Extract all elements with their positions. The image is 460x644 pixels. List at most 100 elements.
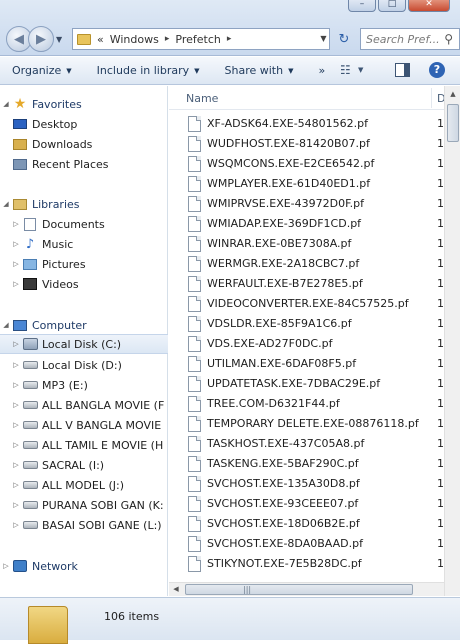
scroll-up-arrow-icon[interactable]: ▲	[445, 86, 460, 102]
nav-drive-label: PURANA SOBI GAN (K:	[42, 498, 164, 512]
recent-pages-dropdown[interactable]: ▼	[56, 35, 62, 52]
column-header-name[interactable]: Name	[186, 92, 218, 105]
collapse-arrow-icon[interactable]: ◢	[0, 100, 12, 108]
expand-arrow-icon[interactable]: ▷	[10, 441, 22, 449]
breadcrumb-separator[interactable]: ▸	[227, 34, 232, 44]
share-with-button[interactable]: Share with ▼	[225, 64, 294, 77]
breadcrumb-separator[interactable]: ▸	[165, 34, 170, 44]
nav-network[interactable]: ▷ Network	[0, 556, 168, 576]
expand-arrow-icon[interactable]: ▷	[10, 421, 22, 429]
expand-arrow-icon[interactable]: ▷	[10, 521, 22, 529]
file-row[interactable]: TEMPORARY DELETE.EXE-08876118.pf 1:	[169, 414, 460, 434]
scroll-left-arrow-icon[interactable]: ◀	[169, 583, 183, 596]
nav-libraries[interactable]: ◢ Libraries	[0, 194, 168, 214]
nav-drive-f[interactable]: ▷ ALL BANGLA MOVIE (F	[0, 395, 168, 415]
minimize-button[interactable]: –	[348, 0, 376, 12]
file-row[interactable]: SVCHOST.EXE-8DA0BAAD.pf 1:	[169, 534, 460, 554]
expand-arrow-icon[interactable]: ▷	[10, 501, 22, 509]
expand-arrow-icon[interactable]: ▷	[10, 361, 22, 369]
file-name: SVCHOST.EXE-18D06B2E.pf	[207, 517, 360, 530]
window-caption-buttons: – □ ✕	[348, 0, 450, 12]
file-row[interactable]: WINRAR.EXE-0BE7308A.pf 1:	[169, 234, 460, 254]
nav-item-pictures[interactable]: ▷ Pictures	[0, 254, 168, 274]
nav-item-desktop[interactable]: Desktop	[0, 114, 168, 134]
nav-drive-h[interactable]: ▷ ALL TAMIL E MOVIE (H	[0, 435, 168, 455]
file-list-pane[interactable]: Name D XF-ADSK64.EXE-54801562.pf 1: WUDFHO…	[169, 86, 460, 596]
file-row[interactable]: VDS.EXE-AD27F0DC.pf 1:	[169, 334, 460, 354]
file-row[interactable]: TREE.COM-D6321F44.pf 1:	[169, 394, 460, 414]
help-icon[interactable]: ?	[429, 62, 445, 78]
nav-item-recent-places[interactable]: Recent Places	[0, 154, 168, 174]
nav-favorites[interactable]: ◢ ★ Favorites	[0, 94, 168, 114]
file-row[interactable]: WERMGR.EXE-2A18CBC7.pf 1:	[169, 254, 460, 274]
address-dropdown[interactable]: ▼	[316, 28, 331, 50]
nav-drive-g[interactable]: ▷ ALL V BANGLA MOVIE	[0, 415, 168, 435]
nav-item-videos[interactable]: ▷ Videos	[0, 274, 168, 294]
file-name: TASKHOST.EXE-437C05A8.pf	[207, 437, 365, 450]
file-row[interactable]: SVCHOST.EXE-18D06B2E.pf 1:	[169, 514, 460, 534]
nav-drive-label: BASAI SOBI GANE (L:)	[42, 518, 162, 532]
file-row[interactable]: WMPLAYER.EXE-61D40ED1.pf 1:	[169, 174, 460, 194]
nav-drive-e[interactable]: ▷ MP3 (E:)	[0, 375, 168, 395]
breadcrumb-prefetch[interactable]: Prefetch	[175, 33, 220, 46]
expand-arrow-icon[interactable]: ▷	[10, 340, 22, 348]
address-overflow[interactable]: «	[97, 33, 104, 46]
nav-drive-d[interactable]: ▷ Local Disk (D:)	[0, 355, 168, 375]
more-commands-button[interactable]: »	[318, 64, 325, 77]
search-input[interactable]: Search Pref... ⚲	[360, 28, 460, 50]
file-row[interactable]: TASKENG.EXE-5BAF290C.pf 1:	[169, 454, 460, 474]
file-row[interactable]: TASKHOST.EXE-437C05A8.pf 1:	[169, 434, 460, 454]
file-row[interactable]: WSQMCONS.EXE-E2CE6542.pf 1:	[169, 154, 460, 174]
nav-drive-c[interactable]: ▷ Local Disk (C:)	[0, 334, 168, 354]
nav-computer[interactable]: ◢ Computer	[0, 315, 168, 335]
refresh-button[interactable]: ↻	[333, 28, 355, 50]
file-row[interactable]: WERFAULT.EXE-B7E278E5.pf 1:	[169, 274, 460, 294]
file-icon	[188, 436, 201, 452]
file-row[interactable]: SVCHOST.EXE-135A30D8.pf 1:	[169, 474, 460, 494]
expand-arrow-icon[interactable]: ▷	[10, 260, 22, 268]
collapse-arrow-icon[interactable]: ◢	[0, 321, 12, 329]
nav-item-music[interactable]: ▷ ♪ Music	[0, 234, 168, 254]
file-row[interactable]: UTILMAN.EXE-6DAF08F5.pf 1:	[169, 354, 460, 374]
expand-arrow-icon[interactable]: ▷	[10, 381, 22, 389]
collapse-arrow-icon[interactable]: ◢	[0, 200, 12, 208]
expand-arrow-icon[interactable]: ▷	[10, 461, 22, 469]
file-row[interactable]: VDSLDR.EXE-85F9A1C6.pf 1:	[169, 314, 460, 334]
nav-drive-k[interactable]: ▷ PURANA SOBI GAN (K:	[0, 495, 168, 515]
file-name: VDS.EXE-AD27F0DC.pf	[207, 337, 333, 350]
column-divider[interactable]	[431, 88, 432, 108]
expand-arrow-icon[interactable]: ▷	[10, 401, 22, 409]
horizontal-scrollbar[interactable]: ◀ |||	[169, 582, 444, 596]
view-options-dropdown[interactable]: ▼	[358, 66, 363, 74]
nav-item-documents[interactable]: ▷ Documents	[0, 214, 168, 234]
horizontal-scroll-thumb[interactable]	[185, 584, 413, 595]
file-row[interactable]: XF-ADSK64.EXE-54801562.pf 1:	[169, 114, 460, 134]
file-row[interactable]: WMIPRVSE.EXE-43972D0F.pf 1:	[169, 194, 460, 214]
nav-drive-i[interactable]: ▷ SACRAL (I:)	[0, 455, 168, 475]
organize-button[interactable]: Organize ▼	[12, 64, 72, 77]
breadcrumb-windows[interactable]: Windows	[110, 33, 159, 46]
change-view-icon[interactable]: ☷	[340, 63, 351, 77]
address-bar[interactable]: « Windows ▸ Prefetch ▸	[72, 28, 330, 50]
include-in-library-button[interactable]: Include in library ▼	[97, 64, 200, 77]
file-row[interactable]: SVCHOST.EXE-93CEEE07.pf 1:	[169, 494, 460, 514]
preview-pane-icon[interactable]	[395, 63, 410, 77]
nav-drive-l[interactable]: ▷ BASAI SOBI GANE (L:)	[0, 515, 168, 535]
close-button[interactable]: ✕	[408, 0, 450, 12]
nav-item-downloads[interactable]: Downloads	[0, 134, 168, 154]
expand-arrow-icon[interactable]: ▷	[10, 481, 22, 489]
nav-drive-j[interactable]: ▷ ALL MODEL (J:)	[0, 475, 168, 495]
expand-arrow-icon[interactable]: ▷	[10, 240, 22, 248]
file-row[interactable]: STIKYNOT.EXE-7E5B28DC.pf 1:	[169, 554, 460, 574]
file-row[interactable]: WUDFHOST.EXE-81420B07.pf 1:	[169, 134, 460, 154]
expand-arrow-icon[interactable]: ▷	[10, 220, 22, 228]
expand-arrow-icon[interactable]: ▷	[0, 562, 12, 570]
maximize-button[interactable]: □	[378, 0, 406, 12]
expand-arrow-icon[interactable]: ▷	[10, 280, 22, 288]
forward-button[interactable]: ▶	[28, 26, 54, 52]
file-row[interactable]: UPDATETASK.EXE-7DBAC29E.pf 1:	[169, 374, 460, 394]
file-row[interactable]: VIDEOCONVERTER.EXE-84C57525.pf 1:	[169, 294, 460, 314]
vertical-scrollbar[interactable]: ▲	[444, 86, 460, 596]
vertical-scroll-thumb[interactable]	[447, 104, 459, 142]
file-row[interactable]: WMIADAP.EXE-369DF1CD.pf 1:	[169, 214, 460, 234]
